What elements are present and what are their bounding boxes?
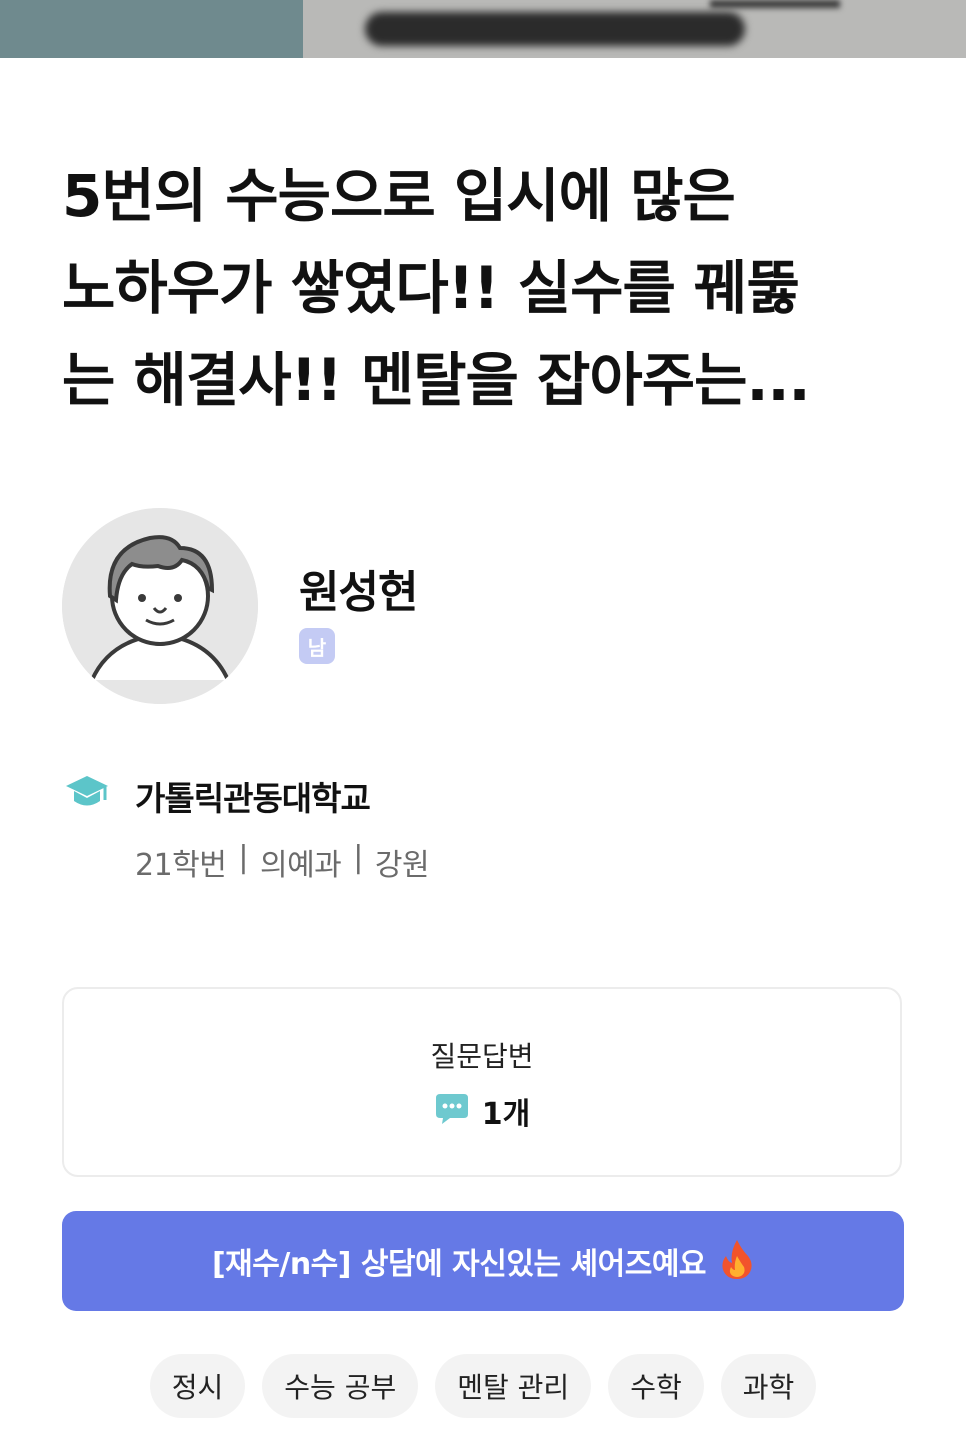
graduation-cap-icon	[64, 772, 110, 812]
default-avatar-icon	[62, 508, 258, 704]
banner-text: [재수/n수] 상담에 자신있는 셰어즈예요	[211, 1247, 707, 1282]
hero-image-left	[0, 0, 303, 58]
school-name: 가톨릭관동대학교	[135, 779, 371, 818]
separator: |	[353, 840, 363, 875]
hero-redacted-mark	[710, 0, 840, 8]
region: 강원	[374, 848, 430, 883]
chat-bubble-icon	[434, 1092, 470, 1130]
tag-chip[interactable]: 수학	[608, 1354, 704, 1418]
major: 의예과	[259, 848, 342, 883]
gender-badge: 남	[299, 628, 335, 664]
profile-name: 원성현	[299, 567, 418, 618]
tag-chip[interactable]: 멘탈 관리	[435, 1354, 592, 1418]
tag-list: 정시 수능 공부 멘탈 관리 수학 과학	[0, 1354, 966, 1418]
separator: |	[238, 840, 248, 875]
answer-stats-card: 질문답변 1개	[62, 987, 902, 1177]
tag-chip[interactable]: 수능 공부	[262, 1354, 419, 1418]
stat-row: 1개	[64, 1089, 900, 1133]
fire-icon	[720, 1238, 754, 1284]
admission-year: 21학번	[135, 848, 227, 883]
stat-label: 질문답변	[430, 1040, 534, 1073]
tag-chip[interactable]: 정시	[149, 1354, 246, 1418]
school-details: 21학번 | 의예과 | 강원	[135, 840, 430, 884]
tag-chip[interactable]: 과학	[720, 1354, 817, 1418]
hero-image	[0, 0, 966, 58]
answer-count: 1개	[481, 1097, 531, 1132]
post-title: 5번의 수능으로 입시에 많은 노하우가 쌓였다!! 실수를 꿰뚫 는 해결사!…	[62, 162, 811, 414]
hero-redacted-text	[365, 12, 745, 46]
sharer-banner[interactable]: [재수/n수] 상담에 자신있는 셰어즈예요	[62, 1211, 904, 1311]
